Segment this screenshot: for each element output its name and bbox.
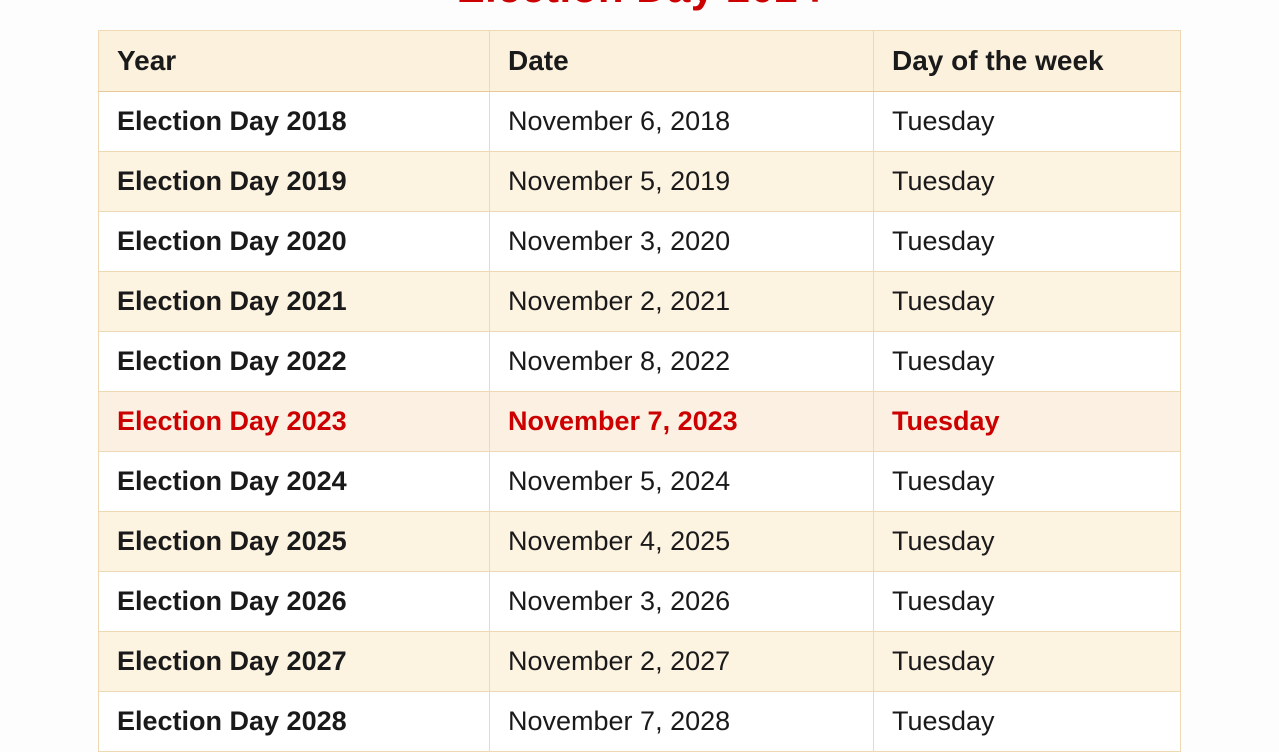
table-header-row: Year Date Day of the week (98, 30, 1181, 92)
table-row: Election Day 2025 November 4, 2025 Tuesday (98, 511, 1181, 572)
cell-day: Tuesday (873, 571, 1181, 632)
cell-date: November 7, 2028 (489, 691, 874, 752)
cell-date: November 5, 2019 (489, 151, 874, 212)
cell-date: November 3, 2026 (489, 571, 874, 632)
cell-date: November 4, 2025 (489, 511, 874, 572)
page-title: Election Day 2024 (0, 0, 1279, 12)
cell-year: Election Day 2026 (98, 571, 490, 632)
cell-day: Tuesday (873, 451, 1181, 512)
election-day-table: Year Date Day of the week Election Day 2… (98, 30, 1181, 752)
cell-date: November 8, 2022 (489, 331, 874, 392)
cell-year: Election Day 2022 (98, 331, 490, 392)
cell-day: Tuesday (873, 91, 1181, 152)
cell-year: Election Day 2027 (98, 631, 490, 692)
cell-year: Election Day 2025 (98, 511, 490, 572)
cell-day: Tuesday (873, 211, 1181, 272)
cell-year: Election Day 2020 (98, 211, 490, 272)
table-row: Election Day 2021 November 2, 2021 Tuesday (98, 271, 1181, 332)
cell-day: Tuesday (873, 151, 1181, 212)
table-row: Election Day 2019 November 5, 2019 Tuesday (98, 151, 1181, 212)
cell-date: November 6, 2018 (489, 91, 874, 152)
table-row: Election Day 2024 November 5, 2024 Tuesday (98, 451, 1181, 512)
cell-year: Election Day 2019 (98, 151, 490, 212)
column-header-day: Day of the week (873, 30, 1181, 92)
table-row: Election Day 2027 November 2, 2027 Tuesday (98, 631, 1181, 692)
table-row: Election Day 2023 November 7, 2023 Tuesday (98, 391, 1181, 452)
cell-date: November 5, 2024 (489, 451, 874, 512)
table-header: Year Date Day of the week (98, 30, 1181, 92)
cell-day: Tuesday (873, 511, 1181, 572)
cell-year: Election Day 2028 (98, 691, 490, 752)
cell-year: Election Day 2021 (98, 271, 490, 332)
cell-year: Election Day 2023 (98, 391, 490, 452)
table-row: Election Day 2018 November 6, 2018 Tuesday (98, 91, 1181, 152)
cell-date: November 7, 2023 (489, 391, 874, 452)
cell-date: November 2, 2021 (489, 271, 874, 332)
cell-day: Tuesday (873, 271, 1181, 332)
column-header-date: Date (489, 30, 874, 92)
table-row: Election Day 2026 November 3, 2026 Tuesday (98, 571, 1181, 632)
cell-year: Election Day 2018 (98, 91, 490, 152)
cell-date: November 2, 2027 (489, 631, 874, 692)
table-body: Election Day 2018 November 6, 2018 Tuesday… (98, 91, 1181, 752)
cell-day: Tuesday (873, 691, 1181, 752)
table-row: Election Day 2020 November 3, 2020 Tuesday (98, 211, 1181, 272)
election-day-table-container: Year Date Day of the week Election Day 2… (98, 30, 1181, 752)
table-row: Election Day 2028 November 7, 2028 Tuesday (98, 691, 1181, 752)
cell-year: Election Day 2024 (98, 451, 490, 512)
cell-day: Tuesday (873, 631, 1181, 692)
cell-day: Tuesday (873, 391, 1181, 452)
column-header-year: Year (98, 30, 490, 92)
table-row: Election Day 2022 November 8, 2022 Tuesday (98, 331, 1181, 392)
cell-day: Tuesday (873, 331, 1181, 392)
cell-date: November 3, 2020 (489, 211, 874, 272)
